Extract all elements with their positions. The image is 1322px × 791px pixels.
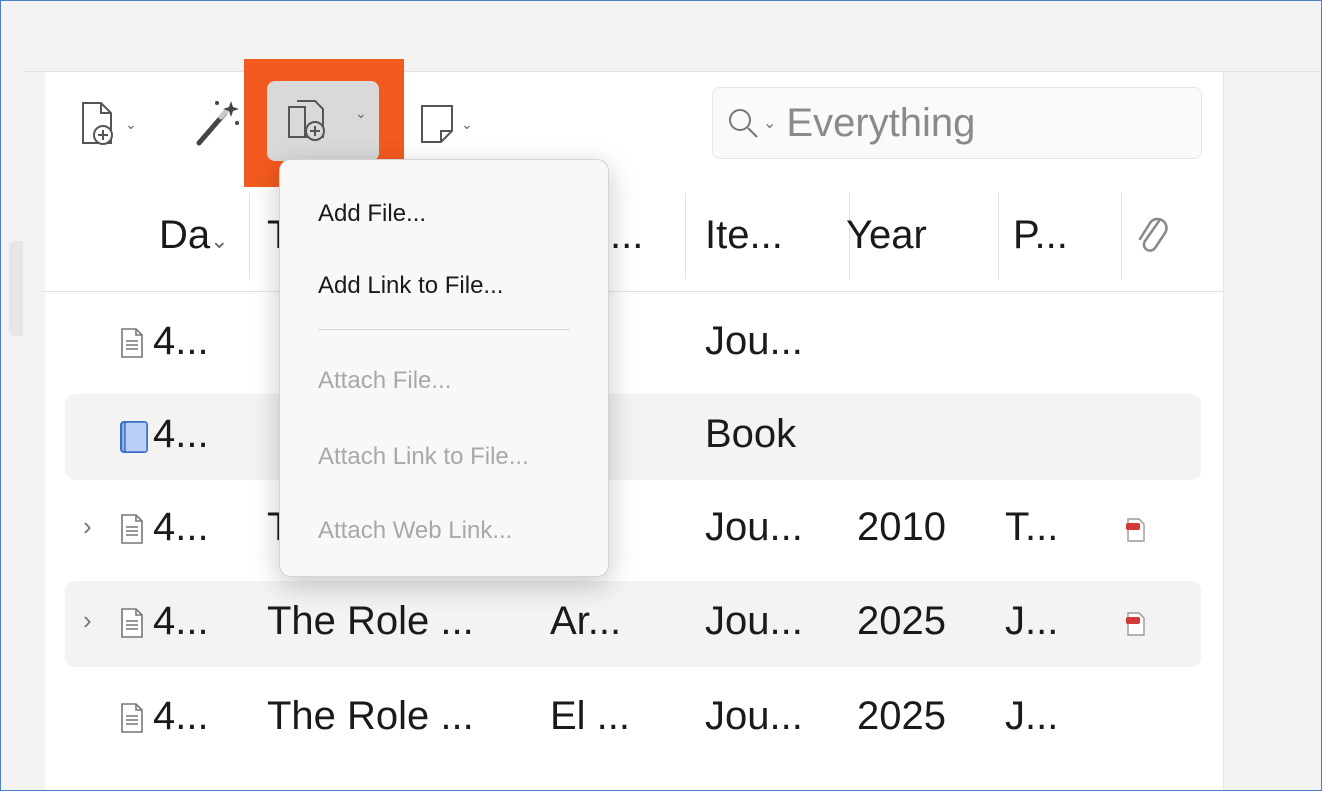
column-divider[interactable] [685,193,686,279]
table-row[interactable]: 4... The Role ... El ... Jou... 2025 J... [65,676,1201,762]
chevron-down-icon: ⌄ [125,115,137,132]
menu-item-add-file[interactable]: Add File... [318,200,426,228]
chevron-down-icon: ⌄ [461,115,473,132]
column-year[interactable]: Year [846,213,927,258]
search-icon [729,109,758,138]
menu-item-add-link-to-file[interactable]: Add Link to File... [318,272,503,300]
attachment-icon[interactable] [1135,213,1169,257]
add-attachment-icon [288,100,325,141]
app-window: ⌄ ⌄ ⌄ ⌄ Everything Da⌄ ... Ite... Year P… [0,0,1322,791]
cell-date-added: 4... [153,694,209,738]
new-note-button[interactable]: ⌄ [419,103,473,145]
menu-item-attach-link-to-file[interactable]: Attach Link to File... [318,443,529,471]
column-divider[interactable] [998,193,999,279]
cell-title: The Role ... [267,599,474,643]
cell-item-type: Jou... [705,319,803,363]
cell-item-type: Jou... [705,599,803,643]
menu-item-attach-file[interactable]: Attach File... [318,367,451,395]
menu-separator [318,329,570,330]
magic-wand-icon [196,101,239,146]
cell-year: 2025 [857,599,946,643]
journal-article-icon [119,513,145,550]
right-pane-edge [1223,72,1321,790]
cell-publication: J... [1005,599,1059,643]
table-row[interactable]: ›4...T...Jou...2010T... [65,487,1201,573]
cell-date-added: 4... [153,505,209,549]
search-placeholder: Everything [786,100,976,145]
title-bar [1,1,1321,72]
search-mode-chevron[interactable]: ⌄ [763,113,776,133]
cell-date-added: 4... [153,412,209,456]
chevron-down-icon: ⌄ [355,105,367,121]
journal-article-icon [119,607,145,644]
expand-twisty-icon[interactable]: › [83,605,92,636]
journal-article-icon [119,702,145,739]
add-attachment-button[interactable]: ⌄ [267,81,379,161]
cell-year: 2010 [857,505,946,549]
left-pane-edge [1,71,23,790]
cell-item-type: Jou... [705,694,803,738]
pdf-icon[interactable] [1125,517,1147,548]
column-divider[interactable] [1121,193,1122,279]
book-icon [119,420,149,459]
collection-pane-handle[interactable] [9,241,23,336]
expand-twisty-icon[interactable]: › [83,511,92,542]
cell-creator: El ... [550,694,631,738]
journal-article-icon [119,327,145,364]
cell-creator: Ar... [550,599,622,643]
table-row[interactable]: 4... Book [65,394,1201,480]
cell-date-added: 4... [153,599,209,643]
new-note-icon [421,105,453,143]
cell-item-type: Book [705,412,797,456]
column-divider[interactable] [249,193,250,279]
add-by-identifier-button[interactable] [193,97,241,149]
pdf-icon[interactable] [1125,611,1147,642]
table-row[interactable]: › 4... The Role ... Ar... Jou... 2025 J... [65,581,1201,667]
cell-year: 2025 [857,694,946,738]
items-table-header: Da⌄ T ... Ite... Year P... [45,173,1223,292]
new-item-button[interactable]: ⌄ [79,101,137,147]
cell-item-type: Jou... [705,505,803,549]
cell-publication: T... [1005,505,1059,549]
cell-date-added: 4... [153,319,209,363]
new-item-icon [82,102,113,145]
column-item-type[interactable]: Ite... [705,213,783,258]
add-attachment-menu: Add File... Add Link to File... Attach F… [279,159,609,577]
cell-publication: J... [1005,694,1059,738]
column-date-added[interactable]: Da⌄ [159,213,229,258]
table-row[interactable]: 4... Jou... [65,301,1201,387]
menu-item-attach-web-link[interactable]: Attach Web Link... [318,517,512,545]
column-creator[interactable]: ... [610,213,643,258]
search-field[interactable]: ⌄ Everything [712,87,1202,159]
column-publication[interactable]: P... [1013,213,1068,258]
cell-title: The Role ... [267,694,474,738]
